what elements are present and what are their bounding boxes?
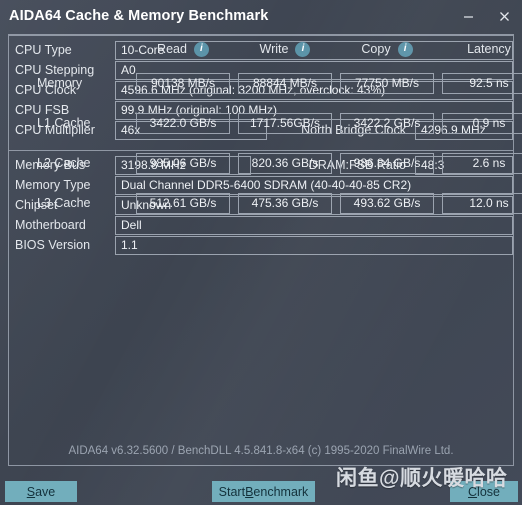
row-label-l3-cache: L3 Cache [37, 196, 91, 210]
l3-latency-value: 12.0 ns [442, 192, 522, 214]
memory-read-value: 90138 MB/s [136, 72, 230, 94]
table-row: L2 Cache 985.06 GB/s 820.36 GB/s 986.84 … [9, 143, 522, 183]
info-icon-copy[interactable]: i [397, 41, 413, 57]
start-button-suffix: enchmark [253, 484, 309, 499]
column-header-latency-label: Latency [467, 42, 511, 56]
content-panel: Read i Write i Copy i Latency Memory 901… [8, 34, 522, 466]
close-button-suffix: lose [477, 484, 500, 499]
memory-copy-value: 77750 MB/s [340, 72, 434, 94]
row-label-l2-cache: L2 Cache [37, 156, 91, 170]
save-button-accel: S [26, 484, 36, 499]
table-row: L3 Cache 512.61 GB/s 475.36 GB/s 493.62 … [9, 183, 522, 223]
memory-write-value: 88844 MB/s [238, 72, 332, 94]
benchmark-results-table: Read i Write i Copy i Latency Memory 901… [9, 35, 522, 243]
column-header-write-label: Write [259, 42, 289, 56]
l2-write-value: 820.36 GB/s [238, 152, 332, 174]
l2-read-value: 985.06 GB/s [136, 152, 230, 174]
row-label-memory: Memory [37, 76, 83, 90]
column-header-read-label: Read [157, 42, 187, 56]
version-text: AIDA64 v6.32.5600 / BenchDLL 4.5.841.8-x… [68, 445, 454, 457]
minimize-icon [463, 15, 473, 18]
l1-latency-value: 0.9 ns [442, 112, 522, 134]
table-row: Memory 90138 MB/s 88844 MB/s 77750 MB/s … [9, 63, 522, 103]
window-title: AIDA64 Cache & Memory Benchmark [9, 8, 269, 24]
start-button-accel: B [245, 484, 254, 499]
benchmark-header-row: Read i Write i Copy i Latency [9, 35, 513, 63]
save-button[interactable]: Save [5, 481, 77, 502]
memory-latency-value: 92.5 ns [442, 72, 522, 94]
l1-read-value: 3422.0 GB/s [136, 112, 230, 134]
row-label-l1-cache: L1 Cache [37, 116, 91, 130]
info-icon-write[interactable]: i [295, 41, 311, 57]
save-button-suffix: ave [35, 484, 56, 499]
l1-copy-value: 3422.2 GB/s [340, 112, 434, 134]
aida64-benchmark-window: AIDA64 Cache & Memory Benchmark Read i W… [0, 0, 522, 505]
close-button[interactable]: Close [450, 481, 518, 502]
benchmark-bottom-gap [9, 223, 513, 243]
table-row: L1 Cache 3422.0 GB/s 1717.56GB/s 3422.2 … [9, 103, 522, 143]
window-controls [450, 0, 522, 32]
close-button-accel: C [468, 484, 478, 499]
column-header-copy-label: Copy [361, 42, 391, 56]
l3-copy-value: 493.62 GB/s [340, 192, 434, 214]
start-benchmark-button[interactable]: Start Benchmark [212, 481, 315, 502]
column-header-write: Write i [234, 41, 336, 57]
start-button-prefix: Start [218, 484, 246, 499]
titlebar: AIDA64 Cache & Memory Benchmark [0, 0, 522, 32]
l3-read-value: 512.61 GB/s [136, 192, 230, 214]
close-icon [499, 11, 509, 21]
minimize-button[interactable] [450, 1, 486, 31]
l2-copy-value: 986.84 GB/s [340, 152, 434, 174]
l2-latency-value: 2.6 ns [442, 152, 522, 174]
column-header-read: Read i [132, 41, 234, 57]
close-window-button[interactable] [486, 1, 522, 31]
l3-write-value: 475.36 GB/s [238, 192, 332, 214]
column-header-copy: Copy i [336, 41, 438, 57]
info-icon-read[interactable]: i [193, 41, 209, 57]
column-header-latency: Latency [438, 42, 522, 56]
l1-write-value: 1717.56GB/s [238, 112, 332, 134]
